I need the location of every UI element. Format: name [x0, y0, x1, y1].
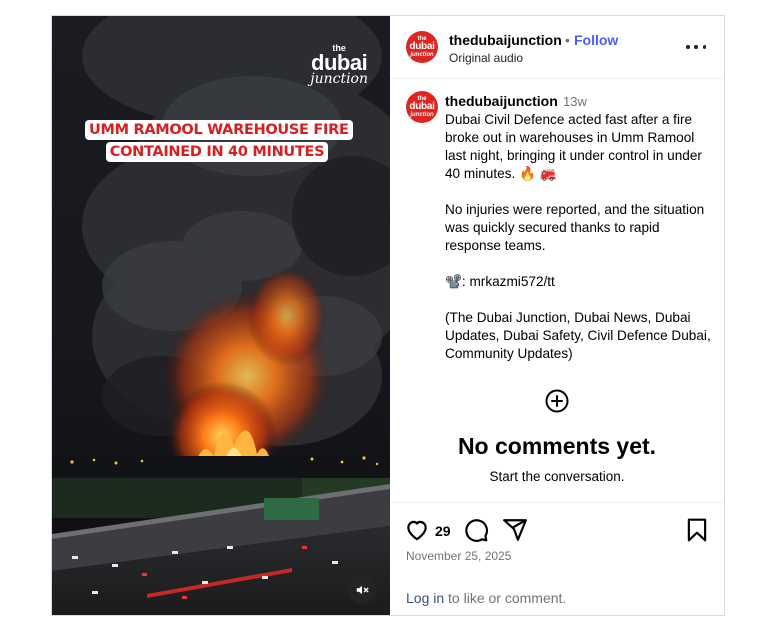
fire-scene-image [52, 16, 390, 615]
mute-button[interactable] [348, 576, 376, 604]
more-options-icon[interactable] [686, 40, 706, 54]
heart-icon[interactable] [404, 517, 430, 543]
caption-paragraph: (The Dubai Junction, Dubai News, Dubai U… [445, 310, 711, 361]
video-headline: UMM RAMOOL WAREHOUSE FIRE CONTAINED IN 4… [85, 119, 353, 163]
add-comment-icon [545, 389, 569, 413]
comment-icon[interactable] [463, 517, 489, 543]
login-prompt-text: to like or comment. [444, 590, 567, 606]
avatar[interactable]: the dubai junction [406, 31, 438, 63]
login-prompt: Log in to like or comment. [406, 590, 566, 606]
post-header: the dubai junction thedubaijunction • Fo… [390, 16, 724, 79]
no-comments-title: No comments yet. [457, 433, 657, 459]
caption-paragraph: No injuries were reported, and the situa… [445, 202, 705, 253]
brand-watermark: the dubai junction [310, 44, 368, 87]
avatar-text-main: dubai [409, 41, 435, 52]
avatar-text-bottom: junction [410, 52, 434, 58]
caption-paragraph: Dubai Civil Defence acted fast after a f… [445, 112, 702, 181]
video-headline-text: UMM RAMOOL WAREHOUSE FIRE CONTAINED IN 4… [85, 120, 353, 162]
header-username[interactable]: thedubaijunction [449, 32, 562, 48]
like-count[interactable]: 29 [435, 523, 451, 539]
post-video[interactable]: the dubai junction UMM RAMOOL WAREHOUSE … [52, 16, 390, 615]
caption-timestamp[interactable]: 13w [563, 94, 587, 109]
caption-text: Dubai Civil Defence acted fast after a f… [445, 111, 713, 381]
watermark-bottom: junction [310, 71, 368, 87]
follow-button[interactable]: Follow [574, 32, 618, 48]
caption-avatar[interactable]: the dubai junction [406, 91, 438, 123]
post-card: the dubai junction UMM RAMOOL WAREHOUSE … [51, 15, 725, 616]
share-icon[interactable] [502, 517, 528, 543]
caption-avatar-text-bottom: junction [410, 112, 434, 118]
no-comments-subtitle: Start the conversation. [489, 469, 625, 484]
post-date[interactable]: November 25, 2025 [406, 549, 511, 563]
bookmark-icon[interactable] [684, 517, 710, 543]
header-separator: • [565, 32, 570, 48]
caption-paragraph: 📽️: mrkazmi572/tt [445, 274, 555, 289]
login-link[interactable]: Log in [406, 590, 444, 606]
original-audio-link[interactable]: Original audio [449, 51, 523, 65]
action-bar: 29 November 25, 2025 Log in to like or c… [390, 502, 724, 616]
caption-avatar-text-main: dubai [409, 101, 435, 112]
caption-username[interactable]: thedubaijunction [445, 93, 558, 109]
speaker-muted-icon [356, 585, 369, 595]
post-sidebar: the dubai junction thedubaijunction • Fo… [390, 16, 724, 615]
